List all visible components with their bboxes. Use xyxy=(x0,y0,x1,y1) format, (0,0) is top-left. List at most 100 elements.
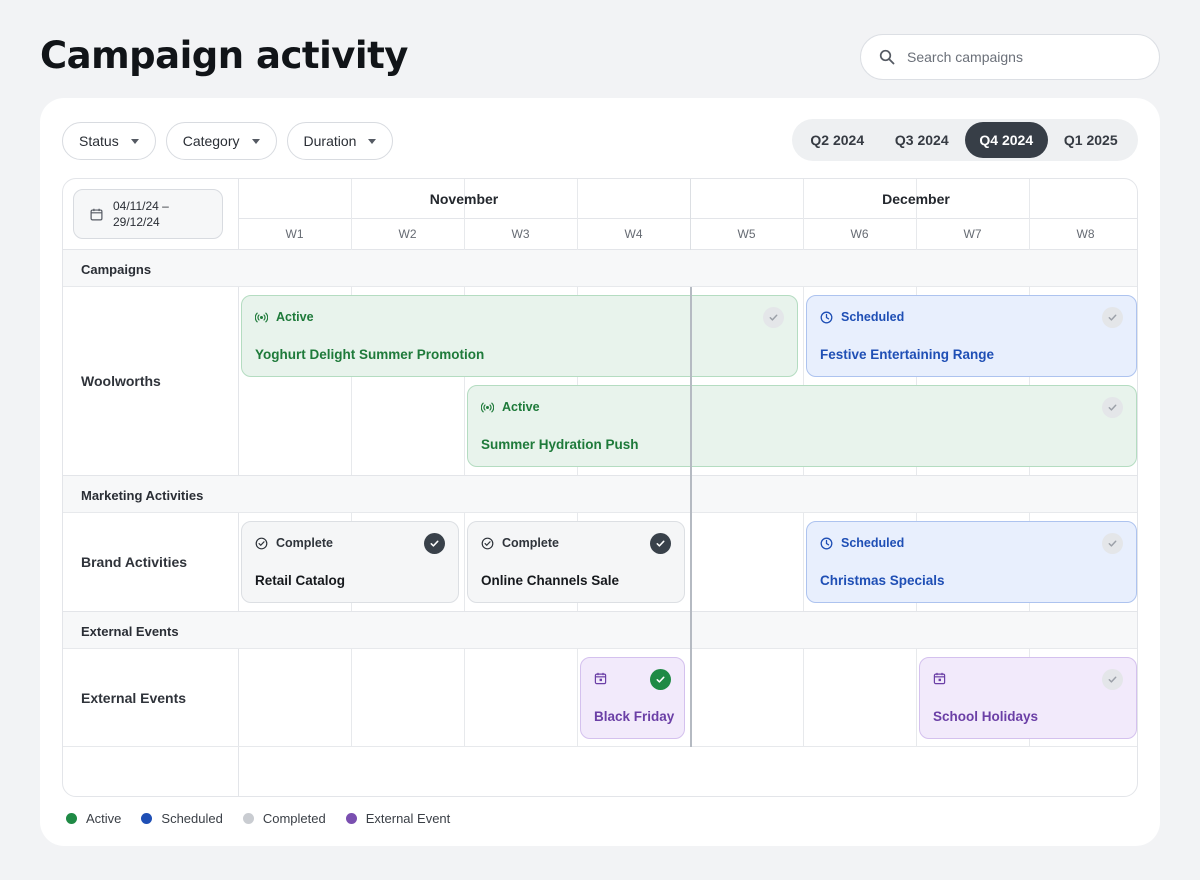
date-range-picker[interactable]: 04/11/24 – 29/12/24 xyxy=(73,189,223,239)
search-input[interactable] xyxy=(907,49,1147,65)
row-divider xyxy=(63,746,1137,747)
check-circle-outline-icon xyxy=(255,537,268,549)
legend-label: Completed xyxy=(262,811,326,826)
event-status-label: Scheduled xyxy=(841,536,905,550)
legend-item-scheduled: Scheduled xyxy=(141,811,223,826)
event-yoghurt-delight[interactable]: Active Yoghurt Delight Summer Promotion xyxy=(241,295,798,377)
search-box[interactable] xyxy=(860,34,1160,80)
section-band xyxy=(63,612,1137,649)
week-header: W7 xyxy=(963,227,982,241)
event-retail-catalog[interactable]: Complete Retail Catalog xyxy=(241,521,459,603)
event-name: Festive Entertaining Range xyxy=(820,347,995,362)
caret-down-icon xyxy=(251,138,260,144)
section-band xyxy=(63,250,1137,287)
event-name: Summer Hydration Push xyxy=(481,437,639,452)
tab-q4-2024[interactable]: Q4 2024 xyxy=(965,122,1048,158)
event-status xyxy=(594,672,615,685)
event-name: School Holidays xyxy=(933,709,1039,724)
event-festive-entertaining[interactable]: Scheduled Festive Entertaining Range xyxy=(806,295,1137,377)
page-title: Campaign activity xyxy=(40,34,408,77)
status-dot xyxy=(141,813,153,824)
event-status: Active xyxy=(481,400,540,414)
check-circle-icon[interactable] xyxy=(763,307,784,328)
row-divider xyxy=(63,611,1137,612)
clock-icon xyxy=(820,311,833,323)
week-header: W3 xyxy=(511,227,530,241)
event-status-label: Active xyxy=(502,400,540,414)
legend-label: Scheduled xyxy=(161,811,223,826)
filter-bar: Status Category Duration xyxy=(62,122,394,160)
event-name: Retail Catalog xyxy=(255,573,346,588)
check-circle-icon[interactable] xyxy=(1102,307,1123,328)
month-november: November xyxy=(429,191,499,207)
section-band xyxy=(63,476,1137,513)
week-header: W2 xyxy=(398,227,417,241)
check-circle-icon[interactable] xyxy=(424,533,445,554)
legend-item-active: Active xyxy=(66,811,121,826)
row-divider xyxy=(63,648,1137,649)
week-header: W6 xyxy=(850,227,869,241)
row-label-brand-activities: Brand Activities xyxy=(81,554,188,570)
row-label-external-events: External Events xyxy=(81,690,187,706)
check-circle-icon[interactable] xyxy=(1102,397,1123,418)
status-filter-button[interactable]: Status xyxy=(62,122,156,160)
event-status: Complete xyxy=(255,536,333,550)
event-black-friday[interactable]: Black Friday xyxy=(580,657,685,739)
week-header: W5 xyxy=(737,227,756,241)
row-divider xyxy=(63,475,1137,476)
tab-q2-2024[interactable]: Q2 2024 xyxy=(796,122,879,158)
check-circle-icon[interactable] xyxy=(1102,533,1123,554)
caret-down-icon xyxy=(368,138,377,144)
broadcast-icon xyxy=(481,402,494,412)
check-circle-icon[interactable] xyxy=(650,533,671,554)
event-status: Scheduled xyxy=(820,310,904,324)
event-name: Black Friday xyxy=(594,709,675,724)
row-divider xyxy=(63,512,1137,513)
event-name: Christmas Specials xyxy=(820,573,945,588)
legend-label: External Event xyxy=(365,811,451,826)
month-divider xyxy=(238,218,1137,219)
broadcast-icon xyxy=(255,312,268,322)
legend-item-completed: Completed xyxy=(242,811,326,826)
date-range-text: 04/11/24 – 29/12/24 xyxy=(113,199,169,229)
check-circle-icon[interactable] xyxy=(650,669,671,690)
legend-item-external: External Event xyxy=(345,811,451,826)
event-name: Yoghurt Delight Summer Promotion xyxy=(255,347,485,362)
filter-label: Status xyxy=(79,133,119,149)
filter-label: Category xyxy=(182,133,240,149)
legend-label: Active xyxy=(86,811,122,826)
event-status-label: Scheduled xyxy=(841,310,905,324)
clock-icon xyxy=(820,537,833,549)
calendar-icon xyxy=(90,208,103,220)
filter-label: Duration xyxy=(303,133,357,149)
section-title-external: External Events xyxy=(81,624,179,639)
duration-filter-button[interactable]: Duration xyxy=(286,122,394,160)
event-status xyxy=(933,672,954,685)
event-school-holidays[interactable]: School Holidays xyxy=(919,657,1137,739)
tab-q3-2024[interactable]: Q3 2024 xyxy=(881,122,964,158)
row-divider xyxy=(63,286,1137,287)
section-title-campaigns: Campaigns xyxy=(81,262,152,277)
caret-down-icon xyxy=(130,138,139,144)
week-header: W8 xyxy=(1076,227,1095,241)
check-circle-icon[interactable] xyxy=(1102,669,1123,690)
category-filter-button[interactable]: Category xyxy=(165,122,277,160)
status-dot xyxy=(66,813,77,824)
event-summer-hydration[interactable]: Active Summer Hydration Push xyxy=(467,385,1137,467)
status-dot xyxy=(242,813,254,824)
check-circle-outline-icon xyxy=(481,537,494,549)
event-online-channels-sale[interactable]: Complete Online Channels Sale xyxy=(467,521,685,603)
week-header: W1 xyxy=(285,227,304,241)
section-title-marketing: Marketing Activities xyxy=(81,488,204,503)
event-christmas-specials[interactable]: Scheduled Christmas Specials xyxy=(806,521,1137,603)
tab-q1-2025[interactable]: Q1 2025 xyxy=(1050,122,1133,158)
calendar-event-icon xyxy=(594,672,607,685)
timeline-grid: 04/11/24 – 29/12/24 November December W1… xyxy=(62,178,1138,797)
row-label-woolworths: Woolworths xyxy=(81,373,161,389)
event-name: Online Channels Sale xyxy=(481,573,620,588)
today-marker xyxy=(690,287,692,747)
search-icon xyxy=(879,49,895,65)
month-december: December xyxy=(882,191,950,207)
campaign-card: Status Category Duration Q2 2024 Q3 2024… xyxy=(40,98,1160,846)
week-header: W4 xyxy=(624,227,643,241)
